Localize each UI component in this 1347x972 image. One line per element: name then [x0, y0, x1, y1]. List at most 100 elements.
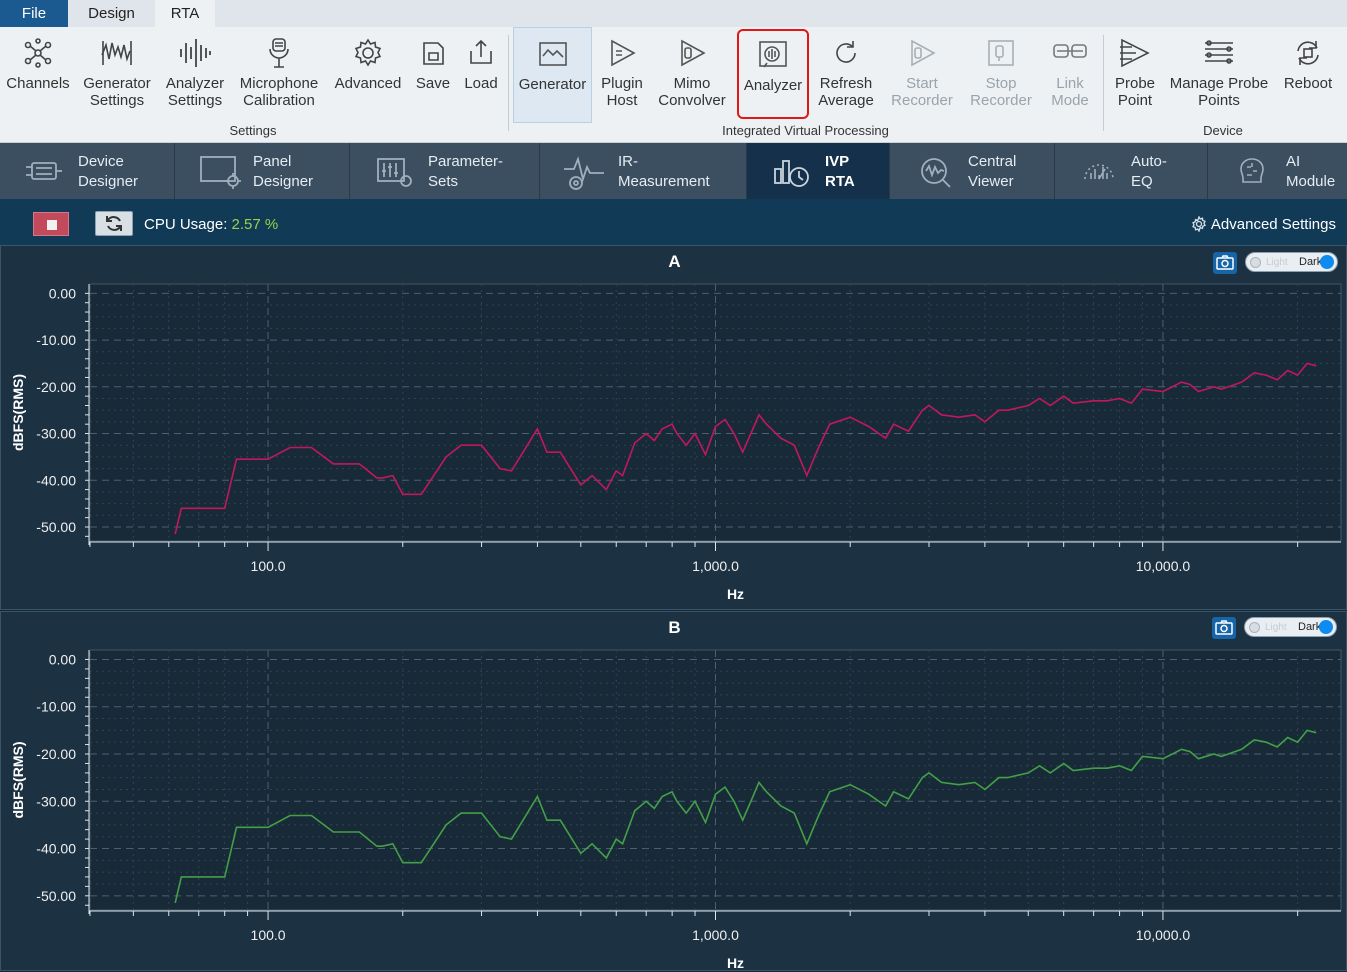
load-button[interactable]: Load — [460, 27, 502, 123]
ribbon: Channels Generator Settings Analyzer Set… — [0, 27, 1347, 143]
tab-device-designer[interactable]: Device Designer — [0, 143, 175, 199]
ribbon-separator — [1103, 35, 1104, 131]
mimo-convolver-label: Mimo Convolver — [658, 75, 726, 109]
mimo-convolver-icon — [681, 39, 706, 67]
plugin-host-button[interactable]: Plugin Host — [596, 27, 648, 123]
advanced-label: Advanced — [334, 75, 402, 92]
advanced-settings-link[interactable]: Advanced Settings — [1191, 215, 1336, 233]
analyzer-label: Analyzer — [743, 77, 803, 94]
design-tab[interactable]: Design — [68, 0, 155, 27]
refresh-button[interactable] — [95, 211, 133, 236]
plugin-host-icon — [611, 39, 636, 67]
refresh-average-label: Refresh Average — [818, 75, 874, 109]
reboot-icon — [1297, 41, 1319, 65]
tab-auto-eq[interactable]: Auto- EQ — [1055, 143, 1208, 199]
analyzer-settings-button[interactable]: Analyzer Settings — [162, 27, 228, 123]
y-tick-label: -40.00 — [36, 841, 76, 857]
microphone-calibration-button[interactable]: Microphone Calibration — [236, 27, 322, 123]
y-tick-label: -10.00 — [36, 699, 76, 715]
settings-group-label: Settings — [229, 123, 277, 138]
manage-probe-points-label: Manage Probe Points — [1169, 75, 1269, 109]
x-axis-label: Hz — [727, 586, 744, 602]
y-axis-label: dBFS(RMS) — [10, 374, 26, 451]
analyzer-button[interactable]: Analyzer — [737, 29, 809, 119]
probe-point-button[interactable]: Probe Point — [1108, 27, 1162, 123]
x-tick-label: 10,000.0 — [1136, 927, 1191, 943]
microphone-calibration-label: Microphone Calibration — [239, 75, 319, 109]
stop-recorder-label: Stop Recorder — [970, 75, 1032, 109]
link-mode-button[interactable]: Link Mode — [1042, 27, 1098, 123]
generator-icon — [538, 42, 567, 66]
auto-eq-icon — [1084, 164, 1114, 180]
ribbon-separator — [508, 35, 509, 131]
ivp-rta-icon — [774, 160, 809, 187]
file-tab[interactable]: File — [0, 0, 68, 27]
gear-icon — [354, 38, 382, 67]
start-recorder-label: Start Recorder — [891, 75, 953, 109]
tab-ir-measurement-label: IR- Measurement — [618, 153, 710, 190]
tab-ivp-rta[interactable]: IVP RTA — [747, 143, 890, 199]
device-designer-icon — [26, 162, 62, 180]
generator-settings-icon — [101, 41, 132, 65]
stop-icon — [47, 220, 57, 230]
channels-label: Channels — [6, 75, 70, 92]
analyzer-icon — [759, 41, 787, 68]
probe-point-label: Probe Point — [1114, 75, 1156, 109]
advanced-button[interactable]: Advanced — [332, 27, 404, 123]
advanced-settings-label: Advanced Settings — [1210, 216, 1336, 233]
tab-ir-measurement[interactable]: IR- Measurement — [540, 143, 747, 199]
refresh-icon — [836, 41, 856, 63]
tab-central-viewer[interactable]: Central Viewer — [890, 143, 1055, 199]
spectrum-chart-a: 0.00 -10.00 -20.00 -30.00 -40.00 -50.00 100.0 1… — [10, 283, 1342, 602]
tab-device-designer-label: Device Designer — [78, 153, 139, 190]
refresh-average-button[interactable]: Refresh Average — [814, 27, 878, 123]
link-mode-label: Link Mode — [1051, 75, 1089, 109]
analyzer-settings-label: Analyzer Settings — [165, 75, 225, 109]
generator-button[interactable]: Generator — [513, 27, 592, 123]
stop-recorder-button[interactable]: Stop Recorder — [966, 27, 1036, 123]
start-recorder-icon — [911, 39, 936, 67]
generator-settings-label: Generator Settings — [83, 75, 151, 109]
x-tick-label: 1,000.0 — [692, 927, 739, 943]
reboot-button[interactable]: Reboot — [1278, 27, 1338, 123]
cpu-usage-label: CPU Usage: — [144, 216, 228, 233]
tab-parameter-sets[interactable]: Parameter- Sets — [350, 143, 540, 199]
y-tick-label: 0.00 — [49, 285, 76, 301]
microphone-icon — [269, 38, 289, 68]
spectrum-chart-b: 0.00 -10.00 -20.00 -30.00 -40.00 -50.00 100.0 1… — [10, 649, 1342, 971]
cpu-usage-unit: % — [264, 216, 279, 233]
tab-parameter-sets-label: Parameter- Sets — [428, 153, 504, 190]
plugin-host-label: Plugin Host — [601, 75, 643, 109]
parameter-sets-icon — [377, 158, 412, 187]
rta-panel-b: B Light Dark 0.00 -10.00 -20.00 -30.00 -40.0… — [0, 611, 1347, 971]
gear-icon — [1191, 215, 1206, 233]
y-tick-label: -30.00 — [36, 793, 76, 809]
ivp-group-label: Integrated Virtual Processing — [722, 123, 889, 138]
y-tick-label: -50.00 — [36, 888, 76, 904]
save-label: Save — [415, 75, 451, 92]
tab-central-viewer-label: Central Viewer — [968, 153, 1017, 190]
ai-module-icon — [1240, 158, 1264, 183]
x-tick-label: 100.0 — [251, 927, 286, 943]
stop-button[interactable] — [33, 212, 69, 236]
central-viewer-icon — [921, 158, 951, 188]
save-button[interactable]: Save — [412, 27, 454, 123]
channels-button[interactable]: Channels — [4, 27, 72, 123]
tab-auto-eq-label: Auto- EQ — [1131, 153, 1167, 190]
module-nav: Device Designer Panel Designer Parameter… — [0, 143, 1347, 199]
generator-settings-button[interactable]: Generator Settings — [80, 27, 154, 123]
rta-tab[interactable]: RTA — [155, 0, 215, 27]
tab-panel-designer-label: Panel Designer — [253, 153, 314, 190]
manage-probe-points-button[interactable]: Manage Probe Points — [1166, 27, 1272, 123]
y-tick-label: -10.00 — [36, 332, 76, 348]
stop-recorder-icon — [988, 40, 1014, 66]
generator-label: Generator — [518, 76, 587, 93]
start-recorder-button[interactable]: Start Recorder — [886, 27, 958, 123]
x-tick-label: 100.0 — [251, 558, 286, 574]
y-axis-label: dBFS(RMS) — [10, 742, 26, 819]
channels-icon — [24, 38, 52, 68]
mimo-convolver-button[interactable]: Mimo Convolver — [654, 27, 730, 123]
y-tick-label: -40.00 — [36, 472, 76, 488]
tab-panel-designer[interactable]: Panel Designer — [175, 143, 350, 199]
tab-ai-module[interactable]: AI Module — [1208, 143, 1347, 199]
